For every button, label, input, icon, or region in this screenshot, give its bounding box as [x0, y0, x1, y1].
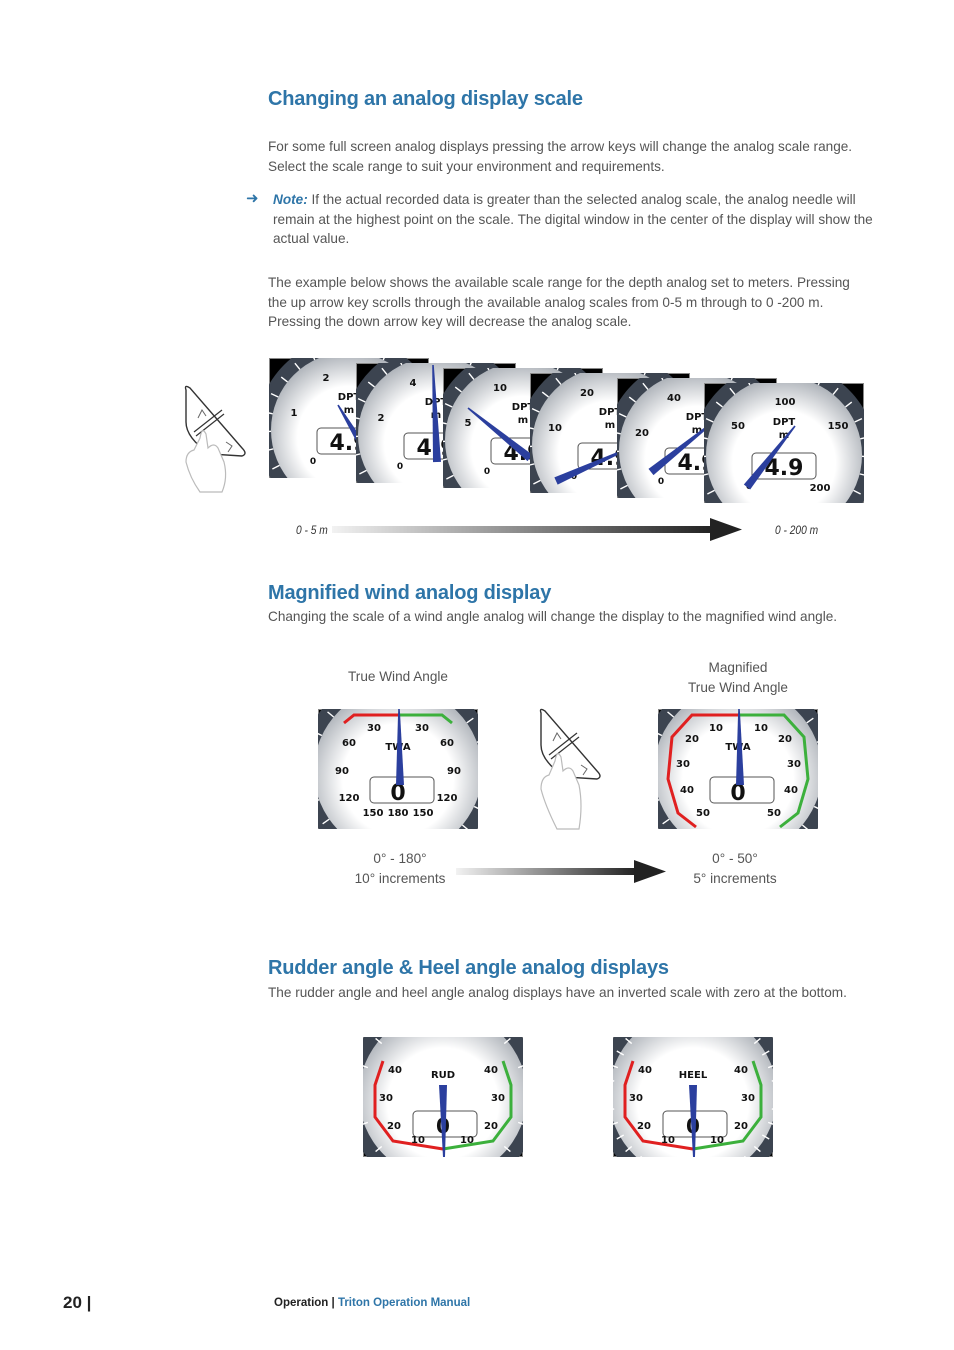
scale-label: 10: [493, 383, 507, 394]
scale-label: 20: [387, 1121, 401, 1132]
rudder-gauge: RUD04040303020201010: [363, 1037, 523, 1157]
note-label: Note:: [273, 192, 308, 207]
scale-label: 50: [731, 421, 745, 432]
section-intro: For some full screen analog displays pre…: [268, 139, 853, 174]
scale-label: 50: [696, 808, 710, 819]
scale-label: 4: [410, 378, 417, 389]
scale-label: 30: [379, 1093, 393, 1104]
scale-label: 60: [342, 738, 356, 749]
scale-label: 10: [460, 1135, 474, 1146]
scale-label: 0: [397, 462, 403, 472]
scale-label: 10: [661, 1135, 675, 1146]
gauge-label: HEEL: [679, 1070, 708, 1081]
left-range: 0° - 180° 10° increments: [330, 849, 470, 888]
footer-breadcrumb: Operation | Triton Operation Manual: [274, 1297, 470, 1309]
caption-magnified: Magnified True Wind Angle: [658, 658, 818, 697]
range-arrow-icon: [332, 518, 744, 546]
scale-label: 120: [339, 793, 360, 804]
scale-label: 40: [388, 1065, 402, 1076]
scale-label: 30: [629, 1093, 643, 1104]
page-number: 20 |: [63, 1293, 92, 1312]
scale-label: 20: [635, 428, 649, 439]
scale-label: 40: [680, 785, 694, 796]
scale-label: 0: [310, 457, 316, 467]
left-range-line1: 0° - 180°: [373, 851, 427, 866]
right-range-line2: 5° increments: [693, 870, 777, 886]
range-arrow-icon: [456, 860, 668, 888]
section-intro: The rudder angle and heel angle analog d…: [268, 985, 847, 1000]
section-title-rudder-heel: Rudder angle & Heel angle analog display…: [268, 957, 669, 979]
scale-label: 30: [741, 1093, 755, 1104]
footer-manual-title: Triton Operation Manual: [337, 1297, 471, 1309]
scale-label: 30: [676, 759, 690, 770]
keypad-press-icon: [535, 705, 605, 834]
scale-label: 40: [667, 393, 681, 404]
right-range: 0° - 50° 5° increments: [665, 849, 805, 888]
footer-section: Operation |: [274, 1297, 335, 1309]
heel-gauge: HEEL04040303020201010: [613, 1037, 773, 1157]
scale-label: 50: [767, 808, 781, 819]
scale-label: 10: [709, 723, 723, 734]
scale-label: 1: [291, 408, 298, 419]
scale-label: 20: [734, 1121, 748, 1132]
caption-true-wind-angle: True Wind Angle: [348, 669, 448, 684]
depth-gauge: DPTm4.9050100150200: [704, 383, 864, 503]
scale-label: 20: [484, 1121, 498, 1132]
scale-label: 30: [415, 723, 429, 734]
scale-label: 200: [810, 483, 831, 494]
scale-label: 2: [323, 373, 330, 384]
arrow-right-icon: ➜: [246, 189, 259, 207]
scale-label: 150: [828, 421, 849, 432]
scale-label: 120: [437, 793, 458, 804]
section-title-analog-scale: Changing an analog display scale: [268, 88, 583, 110]
scale-label: 90: [447, 766, 461, 777]
twa-gauge: TWA0303060609090120120150180150: [318, 709, 478, 829]
scale-label: 20: [778, 734, 792, 745]
scale-label: 30: [491, 1093, 505, 1104]
scale-label: 20: [637, 1121, 651, 1132]
section-intro: Changing the scale of a wind angle analo…: [268, 609, 838, 624]
scale-label: 10: [710, 1135, 724, 1146]
gauge-label: RUD: [431, 1070, 455, 1081]
scale-label: 30: [787, 759, 801, 770]
scale-label: 40: [784, 785, 798, 796]
caption-magnified-line2: True Wind Angle: [688, 679, 788, 695]
scale-label: 20: [685, 734, 699, 745]
range-end-label: 0 - 200 m: [775, 523, 819, 537]
note-paragraph: Note: If the actual recorded data is gre…: [273, 190, 873, 249]
scale-label: 40: [734, 1065, 748, 1076]
gauge-label: DPT: [773, 417, 796, 428]
scale-label: 0: [484, 467, 490, 477]
scale-label: 150: [413, 808, 434, 819]
caption-magnified-line1: Magnified: [708, 660, 768, 675]
left-range-line2: 10° increments: [354, 870, 446, 886]
section-title-magnified-wind: Magnified wind analog display: [268, 582, 552, 604]
scale-label: 10: [754, 723, 768, 734]
scale-label: 60: [440, 738, 454, 749]
range-start-label: 0 - 5 m: [296, 523, 328, 537]
magnified-twa-gauge: TWA010102020303040405050: [658, 709, 818, 829]
scale-label: 180: [388, 808, 409, 819]
gauge-unit: m: [605, 420, 615, 431]
scale-label: 90: [335, 766, 349, 777]
scale-label: 10: [548, 423, 562, 434]
example-paragraph: The example below shows the available sc…: [268, 275, 850, 330]
note-text: If the actual recorded data is greater t…: [273, 192, 873, 247]
scale-label: 30: [367, 723, 381, 734]
scale-label: 5: [465, 418, 472, 429]
scale-label: 20: [580, 388, 594, 399]
keypad-press-icon: [180, 382, 250, 498]
scale-label: 40: [638, 1065, 652, 1076]
scale-label: 2: [378, 413, 385, 424]
scale-label: 0: [658, 477, 664, 487]
right-range-line1: 0° - 50°: [712, 851, 758, 866]
scale-label: 150: [363, 808, 384, 819]
gauge-unit: m: [344, 405, 354, 416]
scale-label: 100: [775, 397, 796, 408]
scale-label: 40: [484, 1065, 498, 1076]
gauge-unit: m: [518, 415, 528, 426]
scale-label: 10: [411, 1135, 425, 1146]
